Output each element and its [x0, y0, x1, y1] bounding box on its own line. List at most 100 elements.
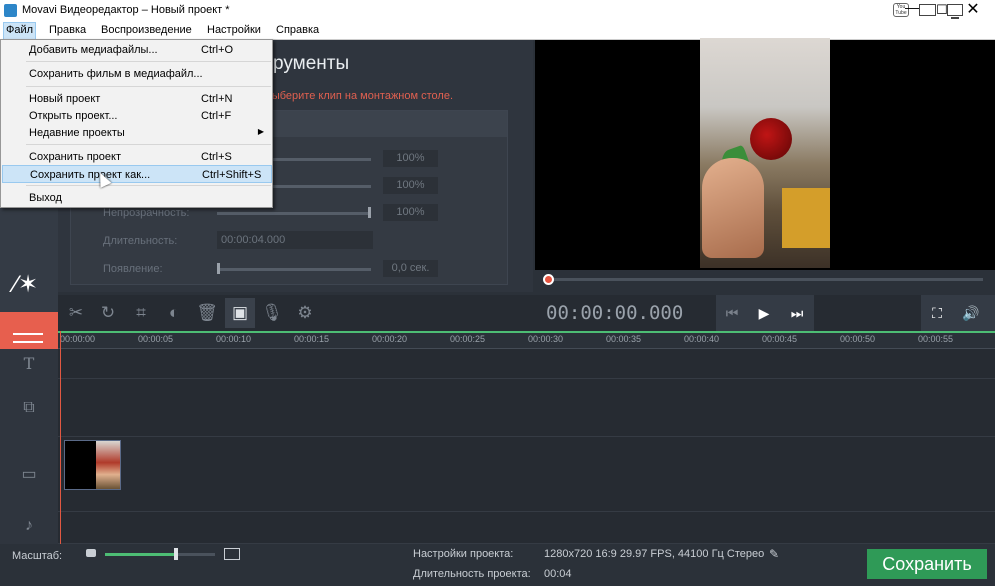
scale-slider-fill — [105, 553, 175, 556]
maximize-button[interactable]: ☐ — [927, 1, 957, 21]
zoom-in-icon[interactable] — [224, 548, 240, 560]
menu-edit[interactable]: Правка — [47, 24, 88, 36]
ruler-tick: 00:00:15 — [294, 334, 330, 344]
ruler-tick: 00:00:00 — [60, 334, 96, 344]
image-icon[interactable]: ▣ — [225, 298, 255, 328]
edit-toolbar: ✂ ↻ ⌗ ◐ 🗑 ▣ 🎙 ⚙ 00:00:00.000 ⏮ ▶ ⏭ ⛶ 🔊 — [58, 295, 995, 331]
opacity-slider[interactable] — [217, 212, 371, 215]
menu-help[interactable]: Справка — [274, 24, 321, 36]
menu-item-label: Выход — [29, 192, 62, 204]
menu-recent-projects[interactable]: Недавние проекты ▶ — [2, 124, 272, 142]
menu-save-project[interactable]: Сохранить проект Ctrl+S — [2, 148, 272, 166]
property-value[interactable]: 100% — [383, 177, 438, 194]
fullscreen-icon[interactable]: ⛶ — [922, 298, 952, 328]
menu-item-label: Открыть проект... — [29, 110, 118, 122]
text-track-icon: T — [23, 354, 35, 373]
ruler-tick: 00:00:35 — [606, 334, 642, 344]
text-lane[interactable] — [58, 349, 995, 379]
scissors-icon[interactable]: ✂ — [61, 298, 91, 328]
project-duration-value: 00:04 — [544, 568, 572, 580]
playback-progress[interactable] — [535, 270, 995, 295]
project-settings-label: Настройки проекта: — [413, 548, 514, 560]
menu-playback[interactable]: Воспроизведение — [99, 24, 194, 36]
crop-icon[interactable]: ⌗ — [126, 298, 156, 328]
preview-rose — [750, 118, 792, 160]
fade-in-slider-handle[interactable] — [217, 263, 220, 274]
menu-add-media[interactable]: Добавить медиафайлы... Ctrl+O — [2, 41, 272, 59]
ruler-tick: 00:00:50 — [840, 334, 876, 344]
title-bar: Movavi Видеоредактор – Новый проект * Yo… — [0, 0, 995, 22]
close-button[interactable]: ✕ — [958, 1, 988, 21]
menu-separator — [26, 61, 271, 62]
tools-hint: выберите клип на монтажном столе. — [266, 90, 453, 102]
scale-slider-handle[interactable] — [174, 548, 179, 560]
fade-in-value[interactable]: 0,0 сек. — [383, 260, 438, 277]
fade-in-slider[interactable] — [217, 268, 371, 271]
track-headers: T ⧉ ▭ ♪ — [0, 349, 58, 544]
menu-item-shortcut: Ctrl+S — [201, 151, 232, 163]
menu-separator — [26, 144, 271, 145]
menu-new-project[interactable]: Новый проект Ctrl+N — [2, 90, 272, 108]
fade-in-label: Появление: — [103, 263, 163, 275]
ruler-tick: 00:00:25 — [450, 334, 486, 344]
menu-item-label: Сохранить фильм в медиафайл... — [29, 68, 203, 80]
menu-item-label: Сохранить проект как... — [30, 169, 151, 181]
previous-frame-button[interactable]: ⏮ — [717, 298, 747, 328]
audio-track-icon: ♪ — [25, 517, 33, 534]
menu-item-label: Новый проект — [29, 93, 101, 105]
project-duration-label: Длительность проекта: — [413, 568, 531, 580]
menu-open-project[interactable]: Открыть проект... Ctrl+F — [2, 107, 272, 125]
menu-exit[interactable]: Выход — [2, 189, 272, 207]
trash-icon[interactable]: 🗑 — [192, 298, 222, 328]
duration-label: Длительность: — [103, 235, 178, 247]
status-bar: Масштаб: Настройки проекта: 1280x720 16:… — [0, 544, 995, 586]
microphone-icon[interactable]: 🎙 — [257, 298, 287, 328]
preview-frame — [700, 38, 830, 268]
play-button[interactable]: ▶ — [749, 298, 779, 328]
zoom-out-icon[interactable] — [86, 549, 96, 557]
next-frame-button[interactable]: ⏭ — [782, 298, 812, 328]
menu-item-shortcut: Ctrl+F — [201, 110, 232, 122]
menu-save-project-as[interactable]: Сохранить проект как... Ctrl+Shift+S — [2, 165, 272, 183]
menu-settings[interactable]: Настройки — [205, 24, 263, 36]
menu-item-shortcut: Ctrl+Shift+S — [202, 169, 262, 181]
menu-separator — [26, 185, 271, 186]
menu-export-movie[interactable]: Сохранить фильм в медиафайл... — [2, 65, 272, 83]
rotate-icon[interactable]: ↻ — [93, 298, 123, 328]
window-title: Movavi Видеоредактор – Новый проект * — [22, 4, 230, 16]
save-button[interactable]: Сохранить — [867, 549, 987, 579]
minimize-button[interactable]: — — [897, 0, 927, 18]
magic-wand-button[interactable]: ⁄✶ — [0, 260, 58, 312]
clip-thumbnail — [96, 441, 120, 489]
app-icon — [4, 4, 17, 17]
ruler-tick: 00:00:10 — [216, 334, 252, 344]
ruler-tick: 00:00:20 — [372, 334, 408, 344]
opacity-slider-handle[interactable] — [368, 207, 371, 218]
timeline-ruler[interactable]: 00:00:00 00:00:05 00:00:10 00:00:15 00:0… — [58, 331, 995, 349]
submenu-arrow-icon: ▶ — [257, 127, 264, 136]
file-menu-dropdown: Добавить медиафайлы... Ctrl+O Сохранить … — [0, 39, 273, 208]
gear-icon[interactable]: ⚙ — [290, 298, 320, 328]
audio-lane[interactable] — [58, 512, 995, 544]
progress-track[interactable] — [547, 278, 983, 281]
duration-field[interactable]: 00:00:04.000 — [217, 231, 373, 249]
playhead[interactable] — [60, 331, 61, 544]
progress-knob[interactable] — [543, 274, 554, 285]
video-preview[interactable] — [535, 38, 995, 270]
menu-item-shortcut: Ctrl+N — [201, 93, 233, 105]
video-lane[interactable] — [58, 437, 995, 512]
volume-icon[interactable]: 🔊 — [956, 298, 986, 328]
video-clip[interactable] — [64, 440, 121, 490]
overlay-track-icon: ⧉ — [23, 399, 35, 416]
timeline[interactable] — [58, 349, 995, 544]
color-icon[interactable]: ◐ — [159, 298, 189, 328]
opacity-value[interactable]: 100% — [383, 204, 438, 221]
menu-file[interactable]: Файл — [3, 22, 37, 40]
overlay-lane[interactable] — [58, 379, 995, 437]
property-value[interactable]: 100% — [383, 150, 438, 167]
menu-separator — [26, 86, 271, 87]
ruler-tick: 00:00:30 — [528, 334, 564, 344]
playback-controls: ⏮ ▶ ⏭ — [716, 295, 814, 331]
video-track-icon: ▭ — [21, 466, 37, 483]
edit-settings-icon[interactable]: ✎ — [769, 547, 779, 561]
